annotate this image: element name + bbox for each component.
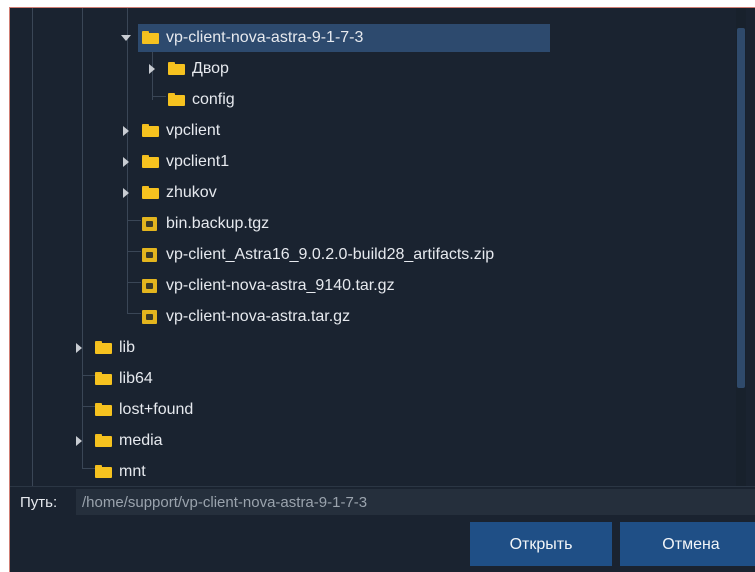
folder-icon xyxy=(95,465,112,478)
scrollbar-thumb[interactable] xyxy=(737,28,745,388)
tree-row-label: media xyxy=(119,432,163,449)
folder-icon xyxy=(168,93,185,106)
folder-icon xyxy=(95,372,112,385)
tree-row[interactable]: vp-client-nova-astra.tar.gz xyxy=(10,303,746,331)
tree-row-label: lib xyxy=(119,339,136,356)
tree-row[interactable]: vp-client-nova-astra_9140.tar.gz xyxy=(10,272,746,300)
tree-row[interactable]: zhukov xyxy=(10,179,746,207)
chevron-right-icon[interactable] xyxy=(149,64,155,74)
tree-row[interactable]: Двор xyxy=(10,55,746,83)
path-input[interactable] xyxy=(76,489,755,515)
open-button[interactable]: Открыть xyxy=(470,522,612,566)
archive-icon xyxy=(142,217,157,231)
tree-row[interactable]: bin.backup.tgz xyxy=(10,210,746,238)
tree-row-label: vp-client-nova-astra.tar.gz xyxy=(166,308,351,325)
archive-icon xyxy=(142,310,157,324)
chevron-right-icon[interactable] xyxy=(76,343,82,353)
path-label: Путь: xyxy=(20,494,58,511)
tree-row-label: Двор xyxy=(192,60,229,77)
tree-row-label: vpclient xyxy=(166,122,221,139)
tree-row-label: mnt xyxy=(119,463,146,480)
tree-row[interactable]: lib64 xyxy=(10,365,746,393)
tree-row-label: lib64 xyxy=(119,370,153,387)
chevron-right-icon[interactable] xyxy=(123,157,129,167)
cancel-button[interactable]: Отмена xyxy=(620,522,755,566)
tree-row-label: vp-client-nova-astra-9-1-7-3 xyxy=(166,29,364,46)
tree-row[interactable]: media xyxy=(10,427,746,455)
folder-icon xyxy=(142,186,159,199)
path-bar: Путь: xyxy=(10,486,755,517)
tree-row[interactable]: vpclient1 xyxy=(10,148,746,176)
tree-row[interactable]: vp-client_Astra16_9.0.2.0-build28_artifa… xyxy=(10,241,746,269)
folder-icon xyxy=(168,62,185,75)
tree-row-label: vpclient1 xyxy=(166,153,230,170)
folder-icon xyxy=(142,155,159,168)
tree-row-label: vp-client_Astra16_9.0.2.0-build28_artifa… xyxy=(166,246,495,263)
tree-row-label: lost+found xyxy=(119,401,194,418)
tree-row[interactable]: vpclient xyxy=(10,117,746,145)
chevron-down-icon[interactable] xyxy=(121,35,131,41)
tree-scrollbar[interactable] xyxy=(736,8,746,486)
archive-icon xyxy=(142,279,157,293)
folder-icon xyxy=(142,31,159,44)
tree-row-label: config xyxy=(192,91,235,108)
archive-icon xyxy=(142,248,157,262)
tree-row-label: vp-client-nova-astra_9140.tar.gz xyxy=(166,277,395,294)
folder-icon xyxy=(95,434,112,447)
tree-row[interactable]: lib xyxy=(10,334,746,362)
tree-row[interactable]: config xyxy=(10,86,746,114)
file-tree[interactable]: vp-client-nova-astra-9-1-7-3 Двор config vp… xyxy=(10,8,746,486)
folder-icon xyxy=(95,403,112,416)
folder-icon xyxy=(95,341,112,354)
chevron-right-icon[interactable] xyxy=(123,126,129,136)
file-dialog: vp-client-nova-astra-9-1-7-3 Двор config vp… xyxy=(9,7,755,572)
tree-row-label: zhukov xyxy=(166,184,217,201)
tree-row[interactable]: mnt xyxy=(10,458,746,486)
folder-icon xyxy=(142,124,159,137)
tree-row[interactable]: lost+found xyxy=(10,396,746,424)
tree-row-label: bin.backup.tgz xyxy=(166,215,270,232)
chevron-right-icon[interactable] xyxy=(123,188,129,198)
tree-row[interactable]: vp-client-nova-astra-9-1-7-3 xyxy=(10,24,746,52)
chevron-right-icon[interactable] xyxy=(76,436,82,446)
